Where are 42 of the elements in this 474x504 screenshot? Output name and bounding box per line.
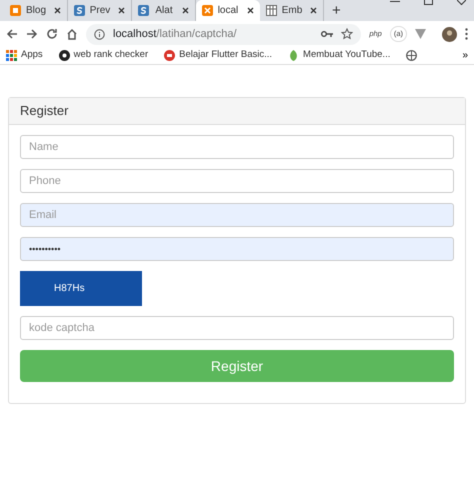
- grid-icon: [266, 5, 277, 16]
- input-field[interactable]: ••••••••••: [20, 237, 454, 261]
- blogger-icon: [10, 5, 21, 16]
- apps-icon: [6, 50, 17, 61]
- close-icon[interactable]: [182, 7, 189, 14]
- avatar-icon[interactable]: [442, 26, 457, 42]
- key-icon: [321, 30, 334, 38]
- input-field[interactable]: Name: [20, 135, 454, 159]
- input-field[interactable]: Phone: [20, 169, 454, 193]
- close-icon[interactable]: [310, 7, 317, 14]
- menu-icon[interactable]: [465, 28, 468, 40]
- url-text: localhost/latihan/captcha/: [113, 26, 237, 42]
- bookmark-link[interactable]: web rank checker: [58, 48, 148, 63]
- input-field[interactable]: Email: [20, 203, 454, 227]
- circle-logo-icon: [58, 50, 70, 61]
- more-bookmarks-button[interactable]: »: [462, 50, 468, 60]
- address-bar[interactable]: localhost/latihan/captcha/: [86, 24, 362, 44]
- globe-icon[interactable]: [406, 50, 418, 61]
- maximize-icon[interactable]: [424, 0, 433, 5]
- logo-icon: [164, 50, 176, 61]
- home-icon[interactable]: [66, 28, 78, 40]
- letter-s-icon: [74, 5, 85, 16]
- bookmark-link[interactable]: Belajar Flutter Basic...: [164, 48, 272, 63]
- leaf-icon: [288, 50, 300, 61]
- close-icon[interactable]: [247, 7, 254, 14]
- star-icon[interactable]: [341, 28, 354, 40]
- input-field[interactable]: kode captcha: [20, 316, 454, 340]
- close-icon[interactable]: [118, 7, 125, 14]
- close-icon[interactable]: [54, 7, 61, 14]
- captcha-image: H87Hs: [20, 271, 142, 306]
- bookmark-link[interactable]: Membuat YouTube...: [288, 48, 390, 63]
- xampp-icon: [202, 5, 213, 16]
- card-title: Register: [20, 102, 68, 120]
- bookmark-link[interactable]: Apps: [6, 48, 43, 63]
- minimize-icon[interactable]: [390, 0, 400, 3]
- browser-tab[interactable]: local: [196, 0, 260, 21]
- back-icon[interactable]: [6, 28, 18, 40]
- forward-icon[interactable]: [26, 28, 38, 40]
- reload-icon[interactable]: [46, 28, 58, 40]
- info-icon: [94, 28, 105, 40]
- new-tab-button[interactable]: +: [332, 3, 341, 18]
- letter-s-icon: [138, 5, 149, 16]
